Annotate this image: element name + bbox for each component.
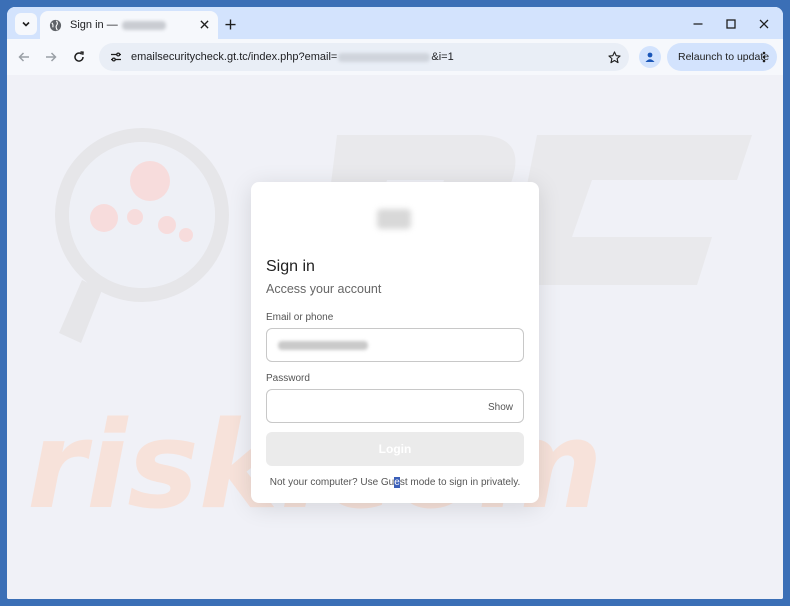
page-content: risk.com Sign in Access your account Ema… <box>7 75 783 599</box>
url-suffix: &i=1 <box>431 51 454 63</box>
page-title: Sign in <box>266 258 315 275</box>
arrow-left-icon <box>18 52 29 62</box>
tab-title: Sign in — <box>70 19 118 31</box>
guest-note-before: Not your computer? Use Gu <box>269 477 395 488</box>
email-label: Email or phone <box>266 312 334 323</box>
profile-button[interactable] <box>639 46 661 68</box>
url-email-redacted <box>338 52 431 62</box>
tab-search-button[interactable] <box>15 13 37 35</box>
more-vert-icon[interactable] <box>759 49 769 65</box>
star-icon <box>607 50 621 63</box>
password-label: Password <box>266 373 310 384</box>
plus-icon <box>224 18 236 30</box>
close-tab-button[interactable] <box>196 16 212 32</box>
reload-button[interactable] <box>70 48 88 66</box>
new-tab-button[interactable] <box>221 15 239 33</box>
person-icon <box>645 52 655 62</box>
reload-icon <box>74 51 84 62</box>
maximize-icon <box>726 19 736 29</box>
site-info-icon[interactable] <box>107 48 125 66</box>
minimize-button[interactable] <box>689 15 707 33</box>
show-password-button[interactable]: Show <box>488 402 513 413</box>
brand-logo <box>377 209 411 229</box>
password-field[interactable]: Show <box>266 389 524 423</box>
tab-strip: Sign in — <box>7 7 783 39</box>
back-button[interactable] <box>15 48 33 66</box>
signin-card: Sign in Access your account Email or pho… <box>251 182 539 503</box>
relaunch-label: Relaunch to update <box>678 51 770 63</box>
relaunch-button[interactable]: Relaunch to update <box>667 43 777 71</box>
arrow-right-icon <box>46 52 57 62</box>
guest-note-after: st mode to sign in privately. <box>399 477 521 488</box>
chevron-down-icon <box>22 21 30 27</box>
bookmark-button[interactable] <box>605 48 623 66</box>
login-button[interactable]: Login <box>266 432 524 466</box>
globe-icon <box>48 18 62 32</box>
close-window-button[interactable] <box>755 15 773 33</box>
minimize-icon <box>693 23 703 25</box>
tab-active[interactable]: Sign in — <box>40 11 218 39</box>
toolbar: emailsecuritycheck.gt.tc/index.php?email… <box>7 39 783 75</box>
close-icon <box>199 19 209 29</box>
close-icon <box>759 19 769 29</box>
tab-title-redacted <box>121 20 166 30</box>
url-text: emailsecuritycheck.gt.tc/index.php?email… <box>131 51 454 63</box>
browser-window: Sign in — emailsecuritycheck.gt.tc/index… <box>7 7 783 599</box>
url-prefix: emailsecuritycheck.gt.tc/index.php?email… <box>131 51 338 63</box>
maximize-button[interactable] <box>722 15 740 33</box>
email-field[interactable] <box>266 328 524 362</box>
page-subtitle: Access your account <box>266 282 382 296</box>
guest-mode-note: Not your computer? Use Guest mode to sig… <box>251 477 539 488</box>
email-value-redacted <box>278 341 368 350</box>
address-bar[interactable]: emailsecuritycheck.gt.tc/index.php?email… <box>99 43 629 71</box>
forward-button[interactable] <box>42 48 60 66</box>
